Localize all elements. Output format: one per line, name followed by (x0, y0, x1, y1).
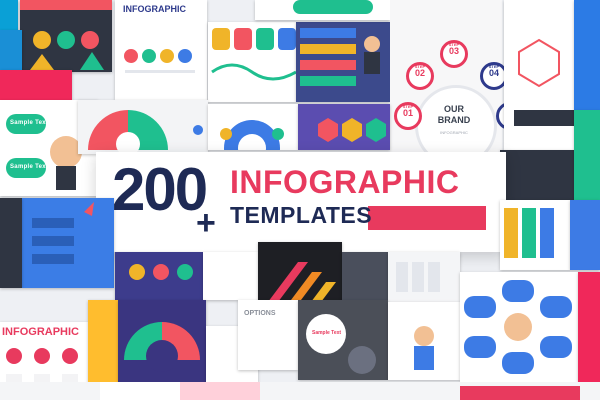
template-count: 200 (112, 156, 208, 223)
sample-text-1: Sample Text (10, 120, 49, 126)
tile-person-gear (388, 302, 460, 380)
sample-text-3: Sample Text (312, 330, 342, 336)
tile-grey-strip (342, 252, 388, 302)
tile-options: OPTIONS (238, 300, 298, 370)
tile-left-edge-arrows (0, 198, 22, 288)
tile-flower-steps (460, 272, 578, 382)
tile-pie-icons (78, 100, 208, 154)
tile-icons-dark (115, 252, 203, 300)
step-01: STEP 01 (394, 102, 422, 130)
tile-bottom-strip (0, 382, 600, 400)
tile-map-pins (20, 0, 112, 72)
tile-right-green (574, 110, 600, 200)
tile-left-red-bar (0, 70, 72, 100)
options-label: OPTIONS (244, 310, 276, 317)
accent-bar (368, 206, 486, 230)
tile-right-blue-tab (570, 200, 600, 270)
tile-colored-arrows (296, 22, 390, 102)
numbered-tabs-graphic (211, 28, 296, 81)
sample-text-2: Sample Text (10, 164, 49, 170)
tile-chart-bars (388, 252, 460, 302)
tile-sample-text-gray: Sample Text (298, 300, 388, 380)
brand-title: OUR BRAND (437, 104, 471, 125)
title-infographic: INFOGRAPHIC (230, 164, 460, 200)
tile-rocket (22, 198, 114, 288)
tile-sun-chart (208, 104, 298, 150)
plus-sign: + (196, 204, 216, 242)
step-02: STEP 02 (406, 62, 434, 90)
tile-hexagons (504, 0, 574, 150)
tile-circle-segments (118, 300, 206, 382)
icons-row-graphic (124, 49, 195, 73)
title-templates: TEMPLATES (230, 202, 373, 228)
tile-right-tabs (500, 200, 570, 270)
tile-right-edge (574, 0, 600, 110)
map-pins-graphic (20, 0, 112, 70)
tile-top-strip (255, 0, 390, 20)
collage: INFOGRAPHIC OUR BRAND INFOGRAPHIC STEP 0… (0, 0, 600, 400)
tile-infographic-icons: INFOGRAPHIC (115, 0, 207, 100)
step-03: STEP 03 (440, 40, 468, 68)
colored-arrows-graphic (300, 28, 380, 86)
tile-people-icons (203, 252, 258, 300)
brand-subtitle: INFOGRAPHIC (440, 130, 468, 135)
tile-hex-colors (298, 104, 390, 150)
tile-numbered-tabs (208, 22, 296, 102)
tile-bottom-right (578, 272, 600, 382)
